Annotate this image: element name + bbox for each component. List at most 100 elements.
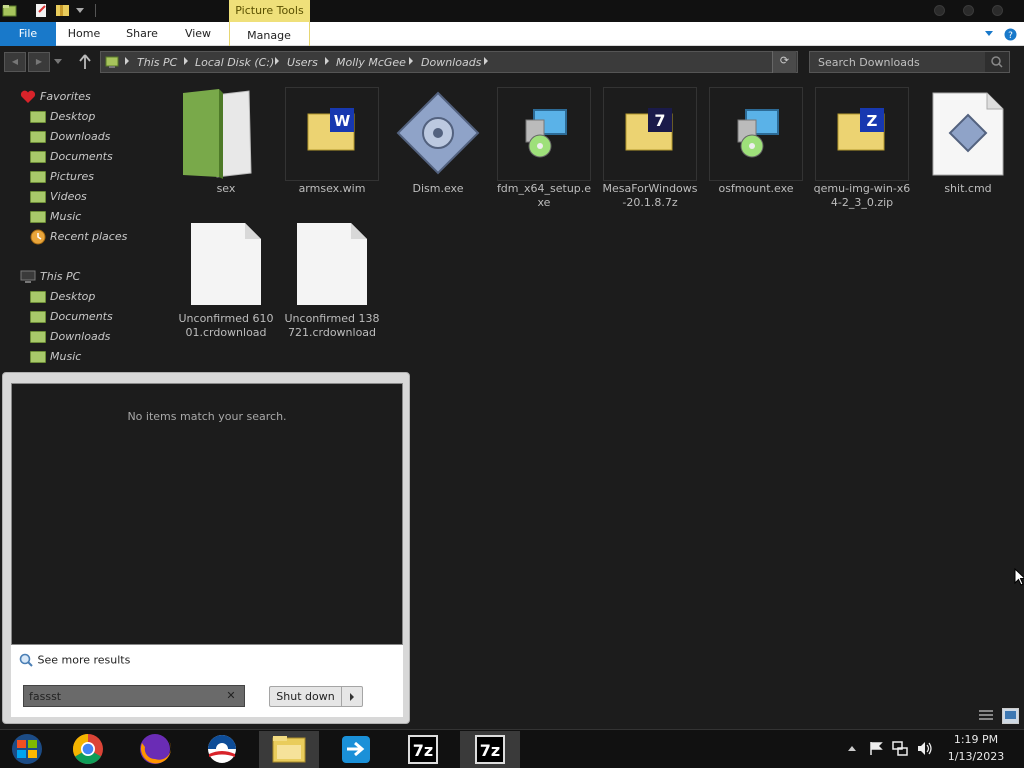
sidebar-item-videos[interactable]: Videos xyxy=(30,187,87,207)
sidebar-item-documents[interactable]: Documents xyxy=(30,147,113,167)
shutdown-options-button[interactable] xyxy=(342,687,362,706)
action-center-flag-icon[interactable] xyxy=(869,741,883,756)
file-name: Unconfirmed 61001.crdownload xyxy=(178,312,274,339)
sidebar-item-pictures[interactable]: Pictures xyxy=(30,167,94,187)
folder-icon xyxy=(30,131,46,143)
breadcrumb-local-disk[interactable]: Local Disk (C:) xyxy=(195,56,274,69)
shutdown-button[interactable]: Shut down xyxy=(269,686,363,707)
chevron-right-icon xyxy=(409,57,413,65)
file-name: MesaForWindows-20.1.8.7z xyxy=(602,182,698,209)
tab-home[interactable]: Home xyxy=(62,22,106,46)
no-results-message: No items match your search. xyxy=(127,410,287,423)
tab-share[interactable]: Share xyxy=(120,22,164,46)
recent-locations-icon[interactable] xyxy=(54,59,62,64)
explorer-app-icon xyxy=(2,5,17,17)
thumbnail-frame: W xyxy=(285,87,379,181)
desktop-screen: Picture Tools File Home Share View Manag… xyxy=(0,0,1024,768)
tab-view[interactable]: View xyxy=(178,22,218,46)
folder-icon xyxy=(30,211,46,223)
help-icon[interactable]: ? xyxy=(1004,28,1017,41)
nav-favorites-header[interactable]: Favorites xyxy=(20,87,91,107)
taskbar-app-chrome[interactable] xyxy=(58,731,118,768)
sidebar-item-pc-downloads[interactable]: Downloads xyxy=(30,327,110,347)
folder-icon xyxy=(30,291,46,303)
tab-manage[interactable]: Manage xyxy=(238,24,300,48)
see-more-results-link[interactable]: See more results xyxy=(19,653,130,668)
sidebar-item-desktop[interactable]: Desktop xyxy=(30,107,95,127)
taskbar-app-explorer[interactable] xyxy=(259,731,319,768)
chrome-icon xyxy=(72,734,103,765)
breadcrumb-downloads[interactable]: Downloads xyxy=(421,56,481,69)
search-input[interactable] xyxy=(810,52,984,72)
new-folder-icon[interactable] xyxy=(55,3,70,18)
show-hidden-icons-icon[interactable] xyxy=(848,746,856,751)
search-box[interactable] xyxy=(809,51,1010,73)
file-name: Dism.exe xyxy=(412,182,464,195)
nav-this-pc-header[interactable]: This PC xyxy=(20,267,80,287)
sidebar-item-downloads[interactable]: Downloads xyxy=(30,127,110,147)
breadcrumb-this-pc[interactable]: This PC xyxy=(137,56,177,69)
search-icon xyxy=(19,653,33,667)
start-button[interactable] xyxy=(0,731,54,768)
start-search-input[interactable] xyxy=(24,686,219,706)
volume-icon[interactable] xyxy=(917,741,933,756)
taskbar-app-teamviewer[interactable] xyxy=(326,731,386,768)
refresh-button[interactable]: ⟳ xyxy=(772,51,796,73)
large-icons-view-icon[interactable] xyxy=(1002,708,1019,724)
sidebar-item-music[interactable]: Music xyxy=(30,207,81,227)
sidebar-item-pc-documents[interactable]: Documents xyxy=(30,307,113,327)
expand-ribbon-icon[interactable] xyxy=(985,31,993,36)
network-icon[interactable] xyxy=(892,741,908,756)
folder-icon xyxy=(30,311,46,323)
breadcrumb-user[interactable]: Molly McGee xyxy=(336,56,406,69)
clock-time[interactable]: 1:19 PM xyxy=(941,733,1011,746)
sidebar-item-label: Recent places xyxy=(50,230,128,243)
taskbar-app-7zip-2[interactable]: 7z xyxy=(460,731,520,768)
divider xyxy=(95,4,96,17)
archive-zip-icon: Z xyxy=(837,108,885,151)
blank-file-icon xyxy=(297,223,367,305)
picture-tools-context-header: Picture Tools xyxy=(229,0,310,22)
customize-quick-access-icon[interactable] xyxy=(76,8,84,13)
this-pc-label: This PC xyxy=(40,270,81,283)
thumbnail-frame: Z xyxy=(815,87,909,181)
breadcrumb-users[interactable]: Users xyxy=(287,56,318,69)
search-button[interactable] xyxy=(985,52,1009,72)
file-name: Unconfirmed 138721.crdownload xyxy=(284,312,380,339)
clock-date[interactable]: 1/13/2023 xyxy=(941,750,1011,763)
start-search-box[interactable]: ✕ xyxy=(23,685,245,707)
tab-file[interactable]: File xyxy=(0,22,56,46)
thumbnail-frame xyxy=(497,87,591,181)
view-switcher xyxy=(974,707,1022,725)
sidebar-item-label: Downloads xyxy=(50,330,111,343)
folder-icon xyxy=(183,89,252,179)
file-name: sex xyxy=(216,182,236,195)
favorites-label: Favorites xyxy=(40,90,91,103)
taskbar-app-7zip[interactable]: 7z xyxy=(393,731,453,768)
details-view-icon[interactable] xyxy=(978,709,994,723)
archive-w-icon: W xyxy=(307,108,355,151)
sidebar-item-label: Desktop xyxy=(50,110,96,123)
clear-search-button[interactable]: ✕ xyxy=(220,687,242,705)
forward-button[interactable]: ▶ xyxy=(28,52,50,72)
address-bar[interactable]: This PC Local Disk (C:) Users Molly McGe… xyxy=(100,51,798,73)
chevron-right-icon xyxy=(125,57,129,65)
sidebar-item-pc-desktop[interactable]: Desktop xyxy=(30,287,95,307)
minimize-button[interactable] xyxy=(934,5,945,16)
up-arrow-icon[interactable] xyxy=(79,54,91,70)
mouse-cursor-icon xyxy=(1014,568,1024,586)
sidebar-item-recent-places[interactable]: Recent places xyxy=(30,227,127,247)
sidebar-item-label: Documents xyxy=(50,310,113,323)
back-button[interactable]: ◀ xyxy=(4,52,26,72)
properties-icon[interactable] xyxy=(34,3,49,18)
7zip-icon: 7z xyxy=(408,735,438,764)
taskbar-app-obama[interactable] xyxy=(192,731,252,768)
taskbar-app-firefox[interactable] xyxy=(125,731,185,768)
sidebar-item-label: Music xyxy=(50,210,82,223)
close-button[interactable] xyxy=(992,5,1003,16)
maximize-button[interactable] xyxy=(963,5,974,16)
navigation-pane: Favorites Desktop Downloads Documents Pi… xyxy=(0,78,165,378)
gear-app-icon xyxy=(396,91,480,175)
7zip-icon: 7z xyxy=(475,735,505,764)
sidebar-item-pc-music[interactable]: Music xyxy=(30,347,81,367)
